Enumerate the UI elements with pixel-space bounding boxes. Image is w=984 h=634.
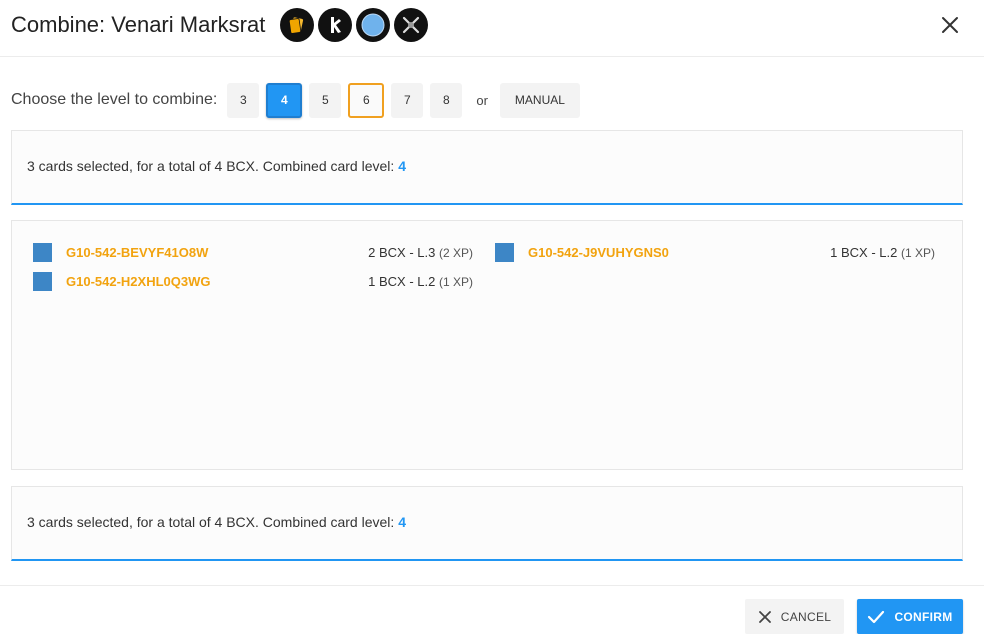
level-button-3[interactable]: 3 <box>227 82 260 118</box>
card-xp: (1 XP) <box>900 245 935 260</box>
confirm-label: CONFIRM <box>894 609 953 624</box>
dialog-footer: CANCEL CONFIRM <box>0 585 984 634</box>
list-item: G10-542-BEVYF41O8W 2 BCX - L.3 (2 XP) <box>33 241 473 263</box>
manual-button[interactable]: MANUAL <box>499 82 580 118</box>
dialog-header: Combine: Venari Marksrat <box>0 0 984 57</box>
element-icon <box>356 8 390 42</box>
summary-text: 3 cards selected, for a total of 4 BCX. … <box>27 158 406 174</box>
splinter-icon <box>318 8 352 42</box>
level-button-6[interactable]: 6 <box>348 82 385 118</box>
summary-message: 3 cards selected, for a total of 4 BCX. … <box>27 514 395 530</box>
card-list: G10-542-BEVYF41O8W 2 BCX - L.3 (2 XP) G1… <box>11 220 963 470</box>
card-id-link[interactable]: G10-542-H2XHL0Q3WG <box>66 274 211 289</box>
summary-text: 3 cards selected, for a total of 4 BCX. … <box>27 514 406 530</box>
close-icon <box>758 610 771 623</box>
checkmark-icon <box>868 610 885 623</box>
level-button-5[interactable]: 5 <box>309 82 342 118</box>
cancel-button[interactable]: CANCEL <box>745 599 844 634</box>
summary-bottom: 3 cards selected, for a total of 4 BCX. … <box>11 486 963 561</box>
dialog-title: Combine: Venari Marksrat <box>11 12 266 37</box>
or-text: or <box>476 92 488 108</box>
close-icon[interactable] <box>938 13 962 37</box>
card-info: 1 BCX - L.2 (1 XP) <box>830 245 935 260</box>
card-info: 2 BCX - L.3 (2 XP) <box>368 245 473 260</box>
ability-icon <box>394 8 428 42</box>
level-button-7[interactable]: 7 <box>391 82 424 118</box>
card-checkbox[interactable] <box>495 242 514 262</box>
level-selector-label: Choose the level to combine: <box>11 91 218 108</box>
list-item: G10-542-H2XHL0Q3WG 1 BCX - L.2 (1 XP) <box>33 270 473 292</box>
card-bcx: 2 BCX - L.3 <box>368 244 436 260</box>
confirm-button[interactable]: CONFIRM <box>857 599 963 634</box>
combined-level: 4 <box>398 514 406 530</box>
combined-level: 4 <box>398 158 406 174</box>
card-id-link[interactable]: G10-542-J9VUHYGNS0 <box>528 245 669 260</box>
card-xp: (1 XP) <box>438 274 473 289</box>
summary-message: 3 cards selected, for a total of 4 BCX. … <box>27 158 395 174</box>
list-item: G10-542-J9VUHYGNS0 1 BCX - L.2 (1 XP) <box>495 241 935 263</box>
card-info: 1 BCX - L.2 (1 XP) <box>368 274 473 289</box>
card-checkbox[interactable] <box>33 242 52 262</box>
cancel-label: CANCEL <box>780 609 832 624</box>
level-button-8[interactable]: 8 <box>430 82 463 118</box>
level-selector: Choose the level to combine: 3 4 5 6 7 8… <box>11 81 587 119</box>
card-rarity-icon <box>280 8 314 42</box>
card-checkbox[interactable] <box>33 271 52 291</box>
summary-top: 3 cards selected, for a total of 4 BCX. … <box>11 130 963 205</box>
card-badges <box>280 8 428 42</box>
card-id-link[interactable]: G10-542-BEVYF41O8W <box>66 245 208 260</box>
card-xp: (2 XP) <box>438 245 473 260</box>
card-bcx: 1 BCX - L.2 <box>830 244 898 260</box>
card-bcx: 1 BCX - L.2 <box>368 273 436 289</box>
level-button-4[interactable]: 4 <box>266 82 303 118</box>
